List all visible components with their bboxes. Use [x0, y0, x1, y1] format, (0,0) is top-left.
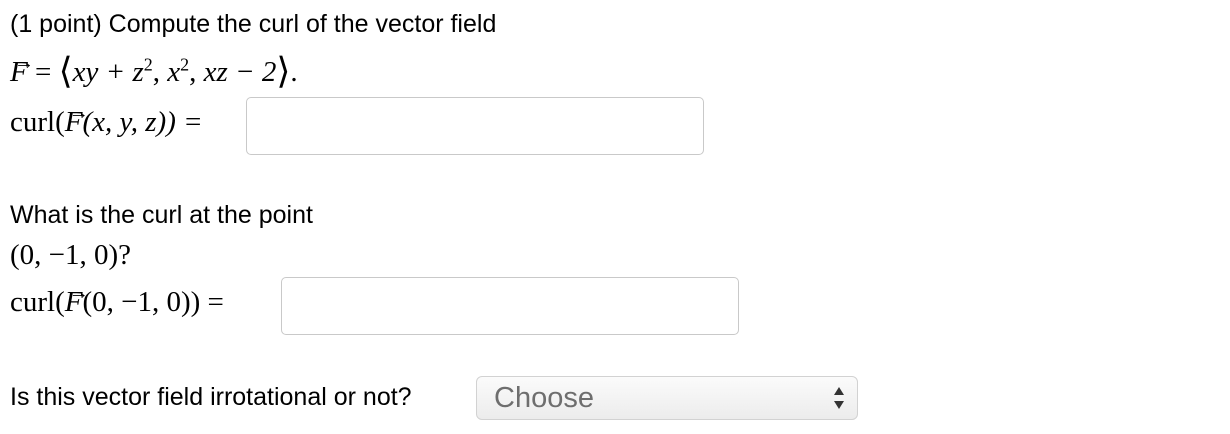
- irrotational-select[interactable]: Choose: [476, 376, 858, 420]
- vector-arrow-icon: →: [68, 282, 89, 304]
- field-component-1: xy + z: [72, 56, 144, 88]
- problem-intro: (1 point) Compute the curl of the vector…: [10, 10, 497, 38]
- point-coordinates: (0, −1, 0)?: [10, 239, 132, 271]
- vector-F: F →: [64, 102, 89, 138]
- vector-F: F →: [64, 282, 89, 318]
- curl-at-point-answer-input[interactable]: [281, 277, 739, 335]
- select-selected-value: Choose: [494, 382, 594, 414]
- curl-answer-input[interactable]: [246, 97, 704, 155]
- vector-arrow-icon: →: [68, 102, 89, 124]
- field-component-3: xz − 2: [203, 56, 277, 88]
- irrotational-question-text: Is this vector field irrotational or not…: [10, 383, 412, 411]
- up-down-arrows-icon: [834, 387, 844, 409]
- vector-F: F →: [10, 52, 34, 88]
- curl-label: curl(F → (x, y, z)) =: [10, 102, 203, 138]
- field-component-2: x: [167, 56, 181, 88]
- vector-arrow-icon: →: [14, 52, 34, 74]
- curl-at-point-label: curl(F → (0, −1, 0)) =: [10, 282, 224, 318]
- point-question-text: What is the curl at the point: [10, 201, 313, 229]
- vector-field-definition: F → = ⟨xy + z2, x2, xz − 2⟩.: [10, 51, 298, 91]
